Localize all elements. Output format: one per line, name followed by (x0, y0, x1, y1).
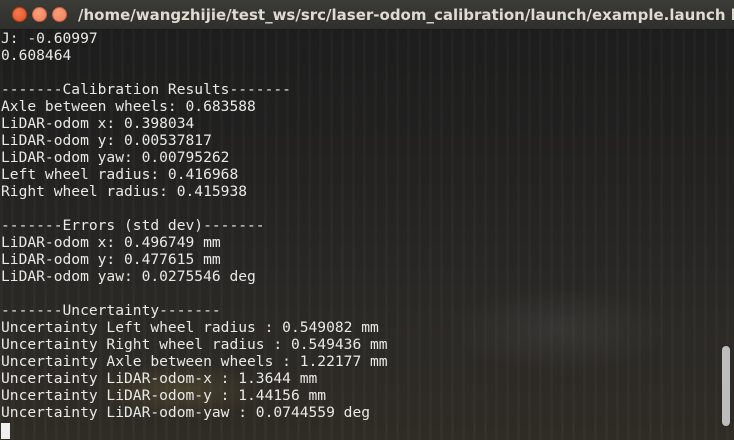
terminal-line: LiDAR-odom x: 0.398034 (1, 115, 195, 132)
terminal-line: Uncertainty LiDAR-odom-y : 1.44156 mm (1, 387, 327, 404)
terminal-line: LiDAR-odom yaw: 0.00795262 (1, 149, 230, 166)
terminal-line: Uncertainty LiDAR-odom-yaw : 0.0744559 d… (1, 404, 371, 421)
terminal-lines: J: -0.60997 0.608464 -------Calibration … (1, 30, 388, 421)
terminal-output[interactable]: J: -0.60997 0.608464 -------Calibration … (0, 30, 734, 440)
section-header-errors: -------Errors (std dev)------- (1, 217, 265, 234)
terminal-line: Uncertainty Left wheel radius : 0.549082… (1, 319, 379, 336)
title-bar[interactable]: × – + /home/wangzhijie/test_ws/src/laser… (0, 0, 734, 30)
window-title: /home/wangzhijie/test_ws/src/laser-odom_… (78, 6, 734, 24)
text-cursor (1, 423, 10, 439)
scrollbar-thumb[interactable] (722, 346, 730, 426)
terminal-line: LiDAR-odom x: 0.496749 mm (1, 234, 221, 251)
section-header-uncertainty: -------Uncertainty------- (1, 302, 221, 319)
terminal-line: LiDAR-odom yaw: 0.0275546 deg (1, 268, 256, 285)
terminal-line: LiDAR-odom y: 0.477615 mm (1, 251, 221, 268)
terminal-line: J: -0.60997 (1, 30, 98, 47)
terminal-line: Uncertainty Axle between wheels : 1.2217… (1, 353, 388, 370)
terminal-line: Uncertainty LiDAR-odom-x : 1.3644 mm (1, 370, 318, 387)
maximize-button[interactable]: + (52, 7, 67, 22)
minimize-button[interactable]: – (32, 7, 47, 22)
terminal-line: 0.608464 (1, 47, 72, 64)
terminal-line: Axle between wheels: 0.683588 (1, 98, 256, 115)
terminal-line: Uncertainty Right wheel radius : 0.54943… (1, 336, 388, 353)
terminal-line: Right wheel radius: 0.415938 (1, 183, 248, 200)
terminal-line: LiDAR-odom y: 0.00537817 (1, 132, 212, 149)
terminal-line: Left wheel radius: 0.416968 (1, 166, 239, 183)
section-header-calibration: -------Calibration Results------- (1, 81, 291, 98)
close-button[interactable]: × (12, 7, 27, 22)
terminal-window: × – + /home/wangzhijie/test_ws/src/laser… (0, 0, 734, 440)
